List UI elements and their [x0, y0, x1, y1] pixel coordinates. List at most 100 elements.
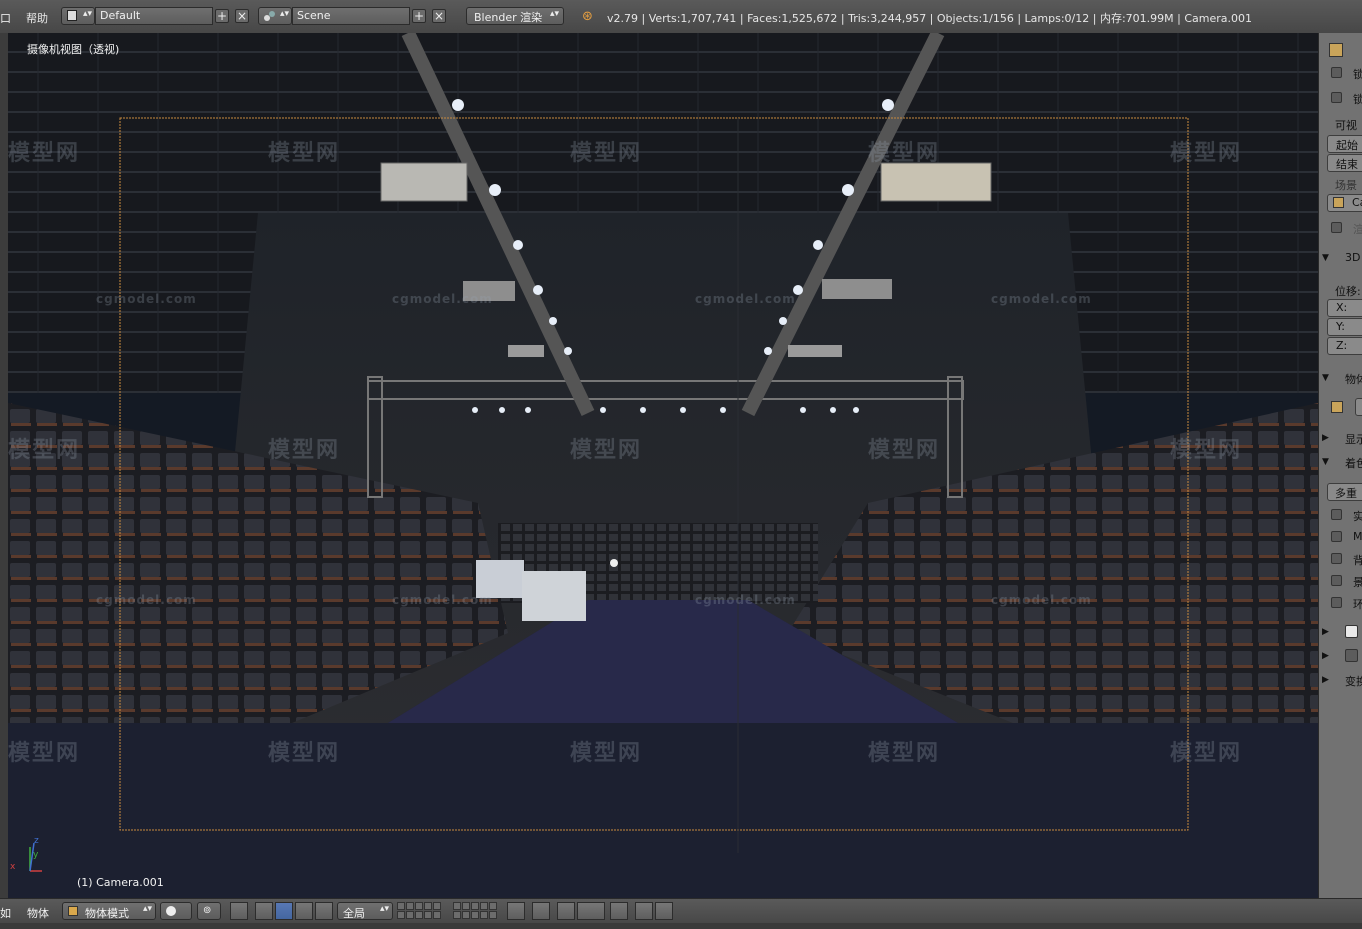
chevron-updown-icon: ▴▾: [142, 904, 152, 914]
pivot-icon: ⊚: [203, 905, 212, 916]
render-opengl-animation-button[interactable]: [655, 902, 673, 920]
location-label: 位移:: [1335, 285, 1361, 298]
collapsed-triangle-icon[interactable]: ▶: [1322, 651, 1329, 661]
object-mode-icon: [68, 906, 78, 916]
enable-checkbox-checked[interactable]: [1345, 625, 1358, 638]
watermark-logo: 模型网: [1170, 141, 1243, 166]
menu-window-partial[interactable]: 口: [0, 10, 11, 26]
lock-label-2: 锁: [1353, 91, 1362, 107]
ssao-label: 环: [1353, 596, 1362, 612]
enable-checkbox[interactable]: [1345, 649, 1358, 662]
axis-label-z: z: [34, 836, 39, 846]
section-3d-cursor[interactable]: 3D: [1345, 251, 1360, 264]
proportional-edit-button[interactable]: [532, 902, 550, 920]
viewport-shading-select[interactable]: [160, 902, 192, 920]
ceiling-panel: [788, 345, 842, 357]
delete-scene-button[interactable]: ×: [432, 9, 446, 23]
axis-label-x: x: [10, 862, 16, 872]
snap-target-button[interactable]: [610, 902, 628, 920]
object-cube-icon: [1329, 43, 1343, 57]
render-checkbox-label: 渲: [1353, 221, 1362, 237]
watermark-logo: 模型网: [8, 741, 81, 766]
watermark-logo: 模型网: [268, 741, 341, 766]
tool-shelf-edge[interactable]: [0, 33, 8, 898]
matcap-checkbox[interactable]: [1331, 531, 1342, 542]
snap-toggle-button[interactable]: [557, 902, 575, 920]
lock-layers-button[interactable]: [507, 902, 525, 920]
orientation-label: 全局: [343, 907, 365, 920]
layout-type-button[interactable]: ▴▾: [61, 7, 95, 25]
watermark-logo: 模型网: [1170, 741, 1243, 766]
lock-checkbox-1[interactable]: [1331, 67, 1342, 78]
rotate-manipulator-button[interactable]: [275, 902, 293, 920]
matcap-label: M: [1353, 530, 1362, 543]
watermark-text: cgmodel.com: [392, 593, 493, 607]
object-cube-icon: [1331, 401, 1343, 413]
mode-label: 物体模式: [85, 907, 129, 920]
expanded-triangle-icon[interactable]: ▼: [1322, 373, 1329, 383]
3d-viewport[interactable]: 模型网 模型网 模型网 模型网 模型网 cgmodel.com cgmodel.…: [8, 33, 1318, 898]
translate-manipulator-button[interactable]: [255, 902, 273, 920]
menu-view-partial[interactable]: 如: [0, 905, 11, 921]
collapsed-triangle-icon[interactable]: ▶: [1322, 675, 1329, 685]
backface-checkbox[interactable]: [1331, 553, 1342, 564]
expanded-triangle-icon[interactable]: ▼: [1322, 457, 1329, 467]
scale-manipulator-button[interactable]: [295, 902, 313, 920]
menu-object[interactable]: 物体: [27, 905, 49, 921]
pivot-point-select[interactable]: ⊚: [197, 902, 221, 920]
shadow-label: 景: [1353, 574, 1362, 590]
scene-type-button[interactable]: ▴▾: [258, 7, 292, 25]
menu-help[interactable]: 帮助: [26, 10, 48, 26]
lock-checkbox-2[interactable]: [1331, 92, 1342, 103]
shadow-checkbox[interactable]: [1331, 575, 1342, 586]
object-name-field[interactable]: [1355, 398, 1362, 416]
watermark-logo: 模型网: [8, 438, 81, 463]
render-checkbox[interactable]: [1331, 222, 1342, 233]
section-shading[interactable]: 着色: [1345, 455, 1362, 471]
add-scene-button[interactable]: +: [412, 9, 426, 23]
solid-label: 实: [1353, 508, 1362, 524]
snap-element-select[interactable]: [577, 902, 605, 920]
lock-label-1: 锁: [1353, 66, 1362, 82]
x-label: X:: [1336, 301, 1348, 314]
watermark-logo: 模型网: [570, 438, 643, 463]
view-title: 摄像机视图（透视): [27, 43, 120, 56]
delete-layout-button[interactable]: ×: [235, 9, 249, 23]
active-camera-label: (1) Camera.001: [77, 876, 164, 889]
section-display[interactable]: 显示: [1345, 431, 1362, 447]
info-header: 口 帮助 ▴▾ Default + × ▴▾ Scene + × ▴▾ Blen…: [0, 0, 1362, 34]
properties-panel[interactable]: 锁 锁 可视 起始 结束 场景 Ca 渲 ▼ 3D 位移: X: Y: Z: ▼…: [1318, 33, 1362, 898]
watermark-logo: 模型网: [268, 438, 341, 463]
end-label: 结束: [1336, 158, 1358, 171]
watermark-text: cgmodel.com: [695, 593, 796, 607]
watermark-logo: 模型网: [868, 141, 941, 166]
ceiling-panel: [508, 345, 544, 357]
visible-label: 可视: [1335, 119, 1357, 132]
collapsed-triangle-icon[interactable]: ▶: [1322, 627, 1329, 637]
layer-buttons[interactable]: [397, 902, 497, 920]
viewport-render: [8, 33, 1318, 898]
collapsed-triangle-icon[interactable]: ▶: [1322, 433, 1329, 443]
status-strip: [0, 923, 1362, 929]
manipulator-toggle-button[interactable]: [230, 902, 248, 920]
ceiling-panel: [822, 279, 892, 299]
watermark-text: cgmodel.com: [96, 292, 197, 306]
watermark-logo: 模型网: [1170, 438, 1243, 463]
chevron-updown-icon: ▴▾: [379, 904, 389, 914]
solid-shading-icon: [166, 906, 176, 916]
y-label: Y:: [1336, 320, 1345, 333]
start-label: 起始: [1336, 139, 1358, 152]
add-layout-button[interactable]: +: [215, 9, 229, 23]
camera-object-icon: [1333, 197, 1344, 208]
section-object[interactable]: 物体: [1345, 371, 1362, 387]
layout-name: Default: [100, 9, 141, 22]
ball-light: [610, 559, 618, 567]
ssao-checkbox[interactable]: [1331, 597, 1342, 608]
ceiling-panel: [380, 162, 468, 202]
section-transform[interactable]: 变换: [1345, 673, 1362, 689]
solid-checkbox[interactable]: [1331, 509, 1342, 520]
chevron-updown-icon: ▴▾: [280, 9, 290, 19]
expanded-triangle-icon[interactable]: ▼: [1322, 253, 1329, 263]
manipulator-extra-button[interactable]: [315, 902, 333, 920]
render-opengl-image-button[interactable]: [635, 902, 653, 920]
